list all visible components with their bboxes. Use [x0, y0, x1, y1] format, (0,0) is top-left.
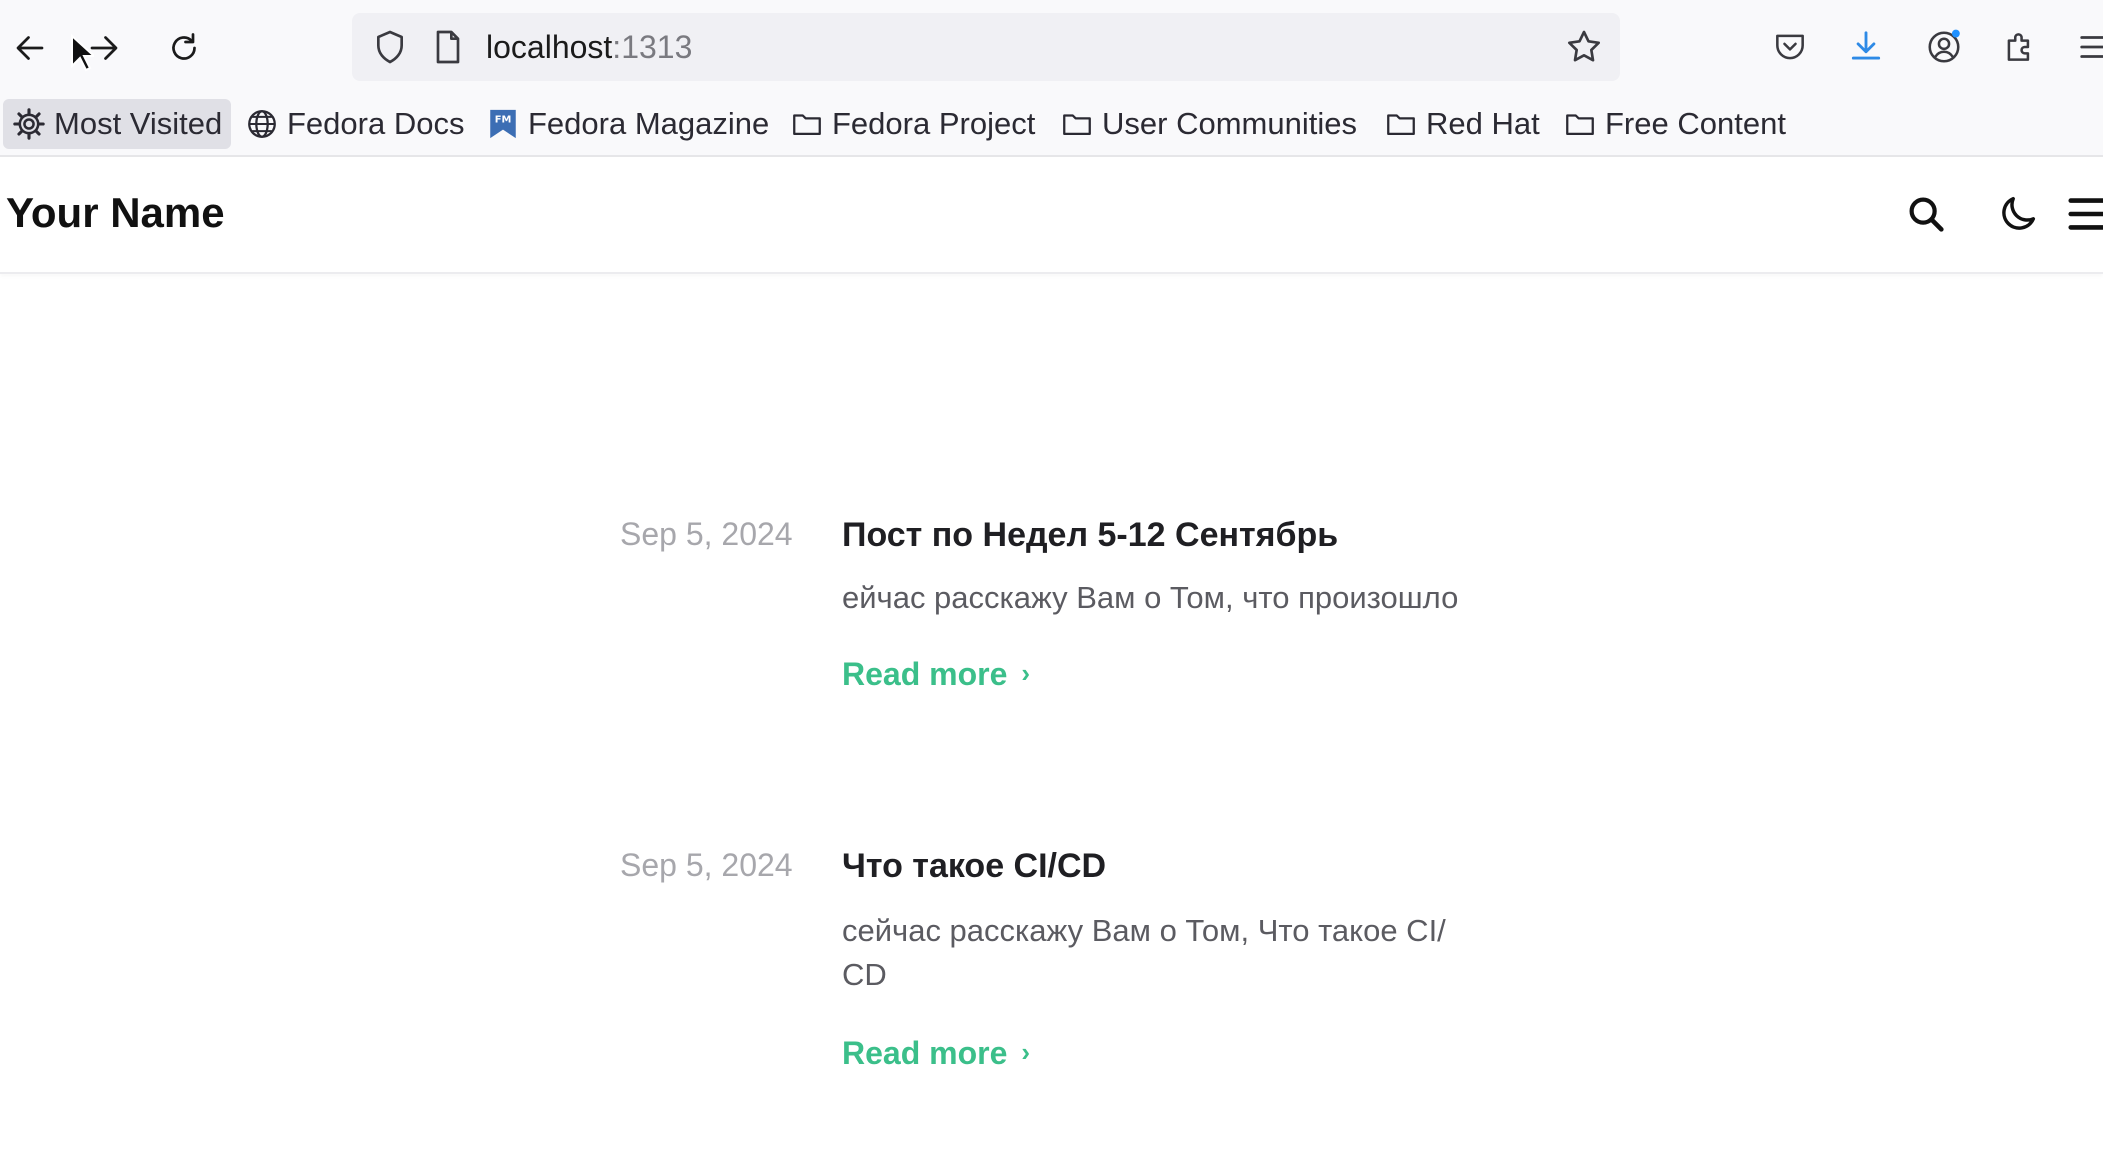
- search-icon: [1909, 197, 1944, 232]
- bookmark-label: User Communities: [1102, 106, 1357, 141]
- bookmark-star-icon[interactable]: [1564, 27, 1604, 67]
- url-host: localhost: [486, 29, 613, 65]
- globe-icon: [245, 107, 279, 141]
- bookmark-fedora-project[interactable]: Fedora Project: [781, 99, 1044, 149]
- bookmark-user-communities[interactable]: User Communities: [1051, 99, 1366, 149]
- bookmark-label: Fedora Docs: [287, 106, 465, 141]
- post-excerpt: ейчас расскажу Вам о Том, что произошло: [842, 580, 1459, 615]
- site-menu-button[interactable]: [2065, 191, 2103, 237]
- extensions-button[interactable]: [1999, 26, 2041, 68]
- bookmark-fedora-magazine[interactable]: FM Fedora Magazine: [477, 99, 778, 149]
- download-icon: [1851, 31, 1881, 60]
- page-info-icon[interactable]: [428, 27, 468, 67]
- address-bar[interactable]: localhost:1313: [352, 13, 1620, 81]
- hamburger-menu-icon: [2080, 36, 2103, 58]
- folder-icon: [1563, 107, 1597, 141]
- back-button[interactable]: [6, 22, 54, 74]
- bookmark-red-hat[interactable]: Red Hat: [1375, 99, 1549, 149]
- browser-toolbar: localhost:1313: [0, 0, 2103, 95]
- read-more-label: Read more: [842, 1035, 1008, 1071]
- chevron-right-icon: ›: [1021, 1037, 1031, 1067]
- post-title[interactable]: Пост по Недел 5-12 Сентябрь: [842, 516, 1338, 555]
- bookmark-label: Fedora Project: [832, 106, 1036, 141]
- shield-icon[interactable]: [370, 27, 410, 67]
- reload-icon: [172, 33, 196, 60]
- read-more-link[interactable]: Read more ›: [842, 1035, 1030, 1072]
- svg-text:FM: FM: [495, 115, 512, 126]
- bookmark-most-visited[interactable]: Most Visited: [3, 99, 232, 149]
- folder-icon: [1384, 107, 1418, 141]
- account-icon: [1928, 29, 1960, 63]
- bookmark-label: Most Visited: [54, 106, 223, 141]
- puzzle-icon: [2007, 33, 2030, 61]
- app-menu-button[interactable]: [2075, 26, 2103, 68]
- url-port: :1313: [612, 29, 693, 65]
- pocket-icon: [1776, 34, 1804, 60]
- read-more-label: Read more: [842, 656, 1008, 692]
- post-title[interactable]: Что такое CI/CD: [842, 847, 1106, 886]
- search-button[interactable]: [1903, 191, 1949, 237]
- bookmark-label: Free Content: [1605, 106, 1786, 141]
- theme-toggle-button[interactable]: [1995, 191, 2041, 237]
- bookmark-fedora-docs[interactable]: Fedora Docs: [236, 99, 473, 149]
- site-title[interactable]: Your Name: [6, 189, 225, 237]
- back-arrow-icon: [16, 36, 44, 60]
- folder-icon: [1060, 107, 1094, 141]
- bookmark-free-content[interactable]: Free Content: [1554, 99, 1795, 149]
- post-excerpt: сейчас расскажу Вам о Том, Что такое CI/…: [842, 913, 1446, 992]
- bookmarks-toolbar: Most Visited Fedora Docs FM Fedora Magaz…: [0, 95, 2103, 157]
- hamburger-menu-icon: [2068, 198, 2103, 230]
- downloads-button[interactable]: [1845, 26, 1887, 68]
- bookmark-label: Red Hat: [1426, 106, 1540, 141]
- reload-button[interactable]: [160, 22, 208, 74]
- mouse-cursor-icon: [71, 34, 94, 72]
- account-button[interactable]: [1923, 26, 1965, 68]
- pocket-button[interactable]: [1769, 26, 1811, 68]
- chevron-right-icon: ›: [1021, 658, 1031, 688]
- moon-icon: [2002, 196, 2036, 230]
- gear-icon: [12, 107, 46, 141]
- site-header: Your Name: [0, 157, 2103, 274]
- post-date: Sep 5, 2024: [620, 516, 793, 552]
- url-text[interactable]: localhost:1313: [486, 27, 692, 67]
- read-more-link[interactable]: Read more ›: [842, 656, 1030, 693]
- folder-icon: [790, 107, 824, 141]
- fm-icon: FM: [486, 107, 520, 141]
- post-date: Sep 5, 2024: [620, 847, 793, 883]
- bookmark-label: Fedora Magazine: [528, 106, 770, 141]
